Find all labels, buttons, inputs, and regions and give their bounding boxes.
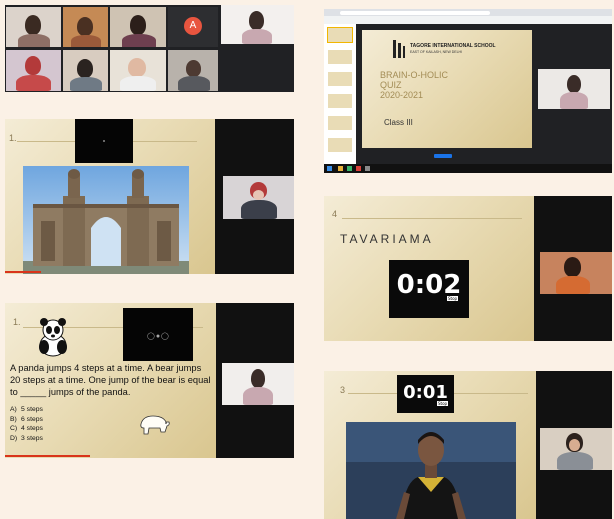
taskbar-app-icon[interactable] [356, 166, 361, 171]
slide-filmstrip [324, 24, 356, 164]
participant-tile [63, 50, 108, 91]
self-view-tile [221, 5, 294, 44]
browser-screenshot: TAGORE INTERNATIONAL SCHOOL EAST OF KAIL… [324, 9, 612, 173]
participant-tile [168, 50, 218, 91]
slide-screenshot-question: 1. ◯●◯ A panda jumps 4 steps at a time. … [5, 303, 294, 458]
loading-icon: ◯●◯ [147, 333, 170, 340]
slides-toolbar [324, 16, 612, 24]
option-text: 3 steps [21, 435, 43, 443]
option-item[interactable]: B) 6 steps [10, 415, 43, 425]
slide-number: 1. [13, 317, 21, 327]
taskbar-app-icon[interactable] [338, 166, 343, 171]
school-subtitle: EAST OF KAILASH, NEW DELHI [410, 50, 463, 54]
option-item[interactable]: C) 4 steps [10, 424, 43, 434]
taskbar [324, 164, 612, 173]
athlete-image [346, 422, 516, 519]
option-text: 4 steps [21, 425, 43, 433]
class-label: Class III [384, 118, 413, 127]
slide-number: 3 [340, 385, 346, 395]
option-key: B) [10, 415, 17, 423]
quiz-slide: 4 TAVARIAMA 0:02 Stop [324, 196, 534, 341]
slide-screenshot-athlete: 3 0:01 Stop [324, 371, 612, 519]
quiz-title: BRAIN-O-HOLIC [380, 70, 449, 80]
browser-address-bar[interactable] [340, 11, 490, 15]
panda-icon [35, 317, 71, 357]
participant-tile [63, 7, 108, 47]
polar-bear-icon [137, 410, 171, 438]
option-key: A) [10, 406, 17, 413]
option-item[interactable]: D) 3 steps [10, 434, 43, 444]
timer-value: 0:01 [403, 382, 448, 403]
participant-tile [6, 7, 61, 47]
word-title: TAVARIAMA [340, 232, 434, 246]
video-preview [75, 119, 133, 163]
slide-number: 1. [9, 133, 17, 143]
quiz-title-line2: QUIZ [380, 80, 402, 90]
option-text: 5 steps [21, 406, 43, 413]
quiz-slide: 1. [5, 119, 215, 274]
options-list: A) 5 steps B) 6 steps C) 4 steps D) 3 steps [10, 405, 43, 444]
school-name: TAGORE INTERNATIONAL SCHOOL [410, 43, 496, 49]
participant-tile [110, 50, 166, 91]
title-slide: TAGORE INTERNATIONAL SCHOOL EAST OF KAIL… [362, 30, 532, 148]
quiz-slide: 1. ◯●◯ A panda jumps 4 steps at a time. … [5, 303, 216, 458]
option-key: D) [10, 435, 18, 443]
video-call-screenshot: A [5, 5, 294, 92]
countdown-timer: 0:01 Stop [397, 375, 454, 413]
windows-start-icon[interactable] [327, 166, 332, 171]
slide-number: 4 [332, 209, 338, 219]
option-text: 6 steps [21, 415, 43, 423]
progress-bar [5, 271, 41, 273]
countdown-timer: 0:02 Stop [389, 260, 469, 318]
slide-screenshot-timer: 4 TAVARIAMA 0:02 Stop [324, 196, 612, 341]
self-view-tile [538, 69, 610, 109]
option-item[interactable]: A) 5 steps [10, 405, 43, 415]
video-preview: ◯●◯ [123, 308, 193, 361]
participant-video [223, 176, 294, 219]
participant-avatar: A [184, 17, 202, 35]
taskbar-app-icon[interactable] [347, 166, 352, 171]
participant-video [222, 363, 294, 405]
slide-screenshot-monument: 1. [5, 119, 294, 274]
participant-video [540, 428, 612, 470]
monument-image [23, 166, 189, 274]
participant-tile: A [168, 7, 218, 47]
participant-video [540, 252, 612, 294]
taskbar-app-icon[interactable] [365, 166, 370, 171]
option-key: C) [10, 425, 18, 433]
present-button[interactable] [434, 154, 452, 158]
question-text: A panda jumps 4 steps at a time. A bear … [10, 363, 211, 397]
participant-tile [6, 50, 61, 91]
participant-tile [110, 7, 166, 47]
quiz-year: 2020-2021 [380, 90, 424, 100]
timer-stop-label[interactable]: Stop [437, 401, 449, 406]
progress-bar [5, 455, 90, 457]
timer-stop-label[interactable]: Stop [447, 296, 459, 301]
quiz-slide: 3 0:01 Stop [324, 371, 536, 519]
school-logo-icon [392, 40, 406, 58]
